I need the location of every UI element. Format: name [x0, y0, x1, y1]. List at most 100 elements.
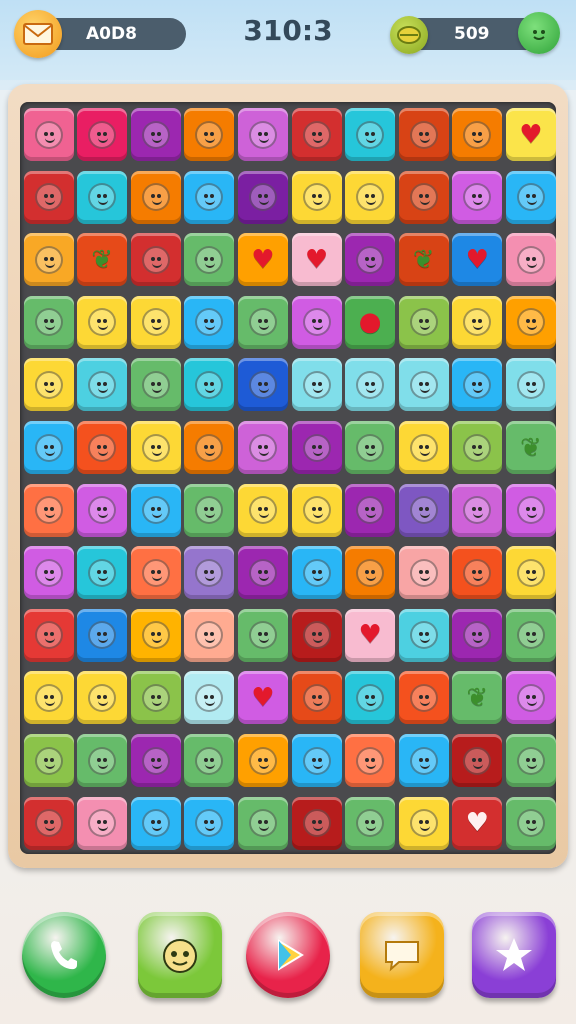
- board-tile[interactable]: [184, 108, 235, 161]
- board-tile[interactable]: [77, 358, 128, 412]
- board-tile[interactable]: ●: [345, 295, 396, 349]
- board-tile[interactable]: [184, 295, 235, 349]
- board-tile[interactable]: [77, 295, 128, 349]
- board-tile[interactable]: [452, 483, 503, 537]
- board-tile[interactable]: [237, 358, 288, 412]
- board-tile[interactable]: ❦: [452, 671, 503, 725]
- board-tile[interactable]: [77, 108, 128, 161]
- board-tile[interactable]: [398, 295, 449, 349]
- board-tile[interactable]: ♥: [505, 108, 556, 161]
- board-tile[interactable]: [77, 796, 128, 850]
- board-tile[interactable]: [291, 358, 342, 412]
- board-tile[interactable]: [291, 295, 342, 349]
- board-tile[interactable]: [184, 233, 235, 287]
- board-tile[interactable]: [77, 170, 128, 224]
- board-tile[interactable]: [237, 608, 288, 662]
- board-tile[interactable]: [452, 108, 503, 161]
- board-tile[interactable]: [77, 483, 128, 537]
- board-tile[interactable]: [345, 421, 396, 474]
- board-tile[interactable]: [23, 546, 74, 600]
- board-tile[interactable]: [291, 796, 342, 850]
- board-tile[interactable]: [345, 671, 396, 725]
- board-tile[interactable]: [130, 358, 181, 412]
- board-tile[interactable]: [398, 483, 449, 537]
- green-blob-icon[interactable]: [518, 12, 560, 54]
- board-tile[interactable]: [23, 608, 74, 662]
- board-tile[interactable]: [398, 108, 449, 161]
- board-tile[interactable]: [291, 108, 342, 161]
- board-tile[interactable]: [23, 233, 74, 287]
- board-tile[interactable]: [23, 108, 74, 161]
- board-tile[interactable]: [184, 358, 235, 412]
- board-tile[interactable]: [23, 421, 74, 474]
- board-tile[interactable]: [23, 671, 74, 725]
- board-tile[interactable]: [23, 734, 74, 787]
- board-tile[interactable]: [345, 483, 396, 537]
- board-tile[interactable]: [505, 734, 556, 787]
- board-tile[interactable]: [505, 233, 556, 287]
- board-tile[interactable]: ♥: [452, 233, 503, 287]
- board-tile[interactable]: [77, 546, 128, 600]
- board-tile[interactable]: [237, 170, 288, 224]
- board-tile[interactable]: [345, 546, 396, 600]
- board-tile[interactable]: [452, 734, 503, 787]
- board-tile[interactable]: [130, 734, 181, 787]
- board-tile[interactable]: [505, 483, 556, 537]
- mail-icon[interactable]: [14, 10, 62, 58]
- face-button[interactable]: [138, 912, 222, 998]
- board-tile[interactable]: [237, 734, 288, 787]
- board-tile[interactable]: [398, 358, 449, 412]
- board-tile[interactable]: [130, 483, 181, 537]
- chat-button[interactable]: [360, 912, 444, 998]
- board-tile[interactable]: [398, 170, 449, 224]
- star-button[interactable]: [472, 912, 556, 998]
- board-tile[interactable]: [345, 796, 396, 850]
- board-tile[interactable]: [291, 421, 342, 474]
- board-tile[interactable]: ❦: [398, 233, 449, 287]
- board-tile[interactable]: [184, 734, 235, 787]
- board-tile[interactable]: [398, 608, 449, 662]
- board-tile[interactable]: [291, 671, 342, 725]
- board-tile[interactable]: [237, 421, 288, 474]
- board-tile[interactable]: [184, 170, 235, 224]
- board-tile[interactable]: [23, 295, 74, 349]
- board-tile[interactable]: [345, 734, 396, 787]
- board-tile[interactable]: [452, 295, 503, 349]
- board-tile[interactable]: [345, 108, 396, 161]
- play-button[interactable]: [246, 912, 330, 998]
- board-tile[interactable]: [77, 671, 128, 725]
- board-tile[interactable]: [237, 108, 288, 161]
- board-tile[interactable]: [452, 358, 503, 412]
- board-tile[interactable]: ♥: [237, 233, 288, 287]
- board-tile[interactable]: [398, 671, 449, 725]
- board-tile[interactable]: [130, 796, 181, 850]
- board-tile[interactable]: [130, 170, 181, 224]
- board-tile[interactable]: [398, 796, 449, 850]
- board-tile[interactable]: [291, 483, 342, 537]
- board-tile[interactable]: ❦: [505, 421, 556, 474]
- board-tile[interactable]: [77, 608, 128, 662]
- board-tile[interactable]: [452, 546, 503, 600]
- board-tile[interactable]: [452, 170, 503, 224]
- board-tile[interactable]: [345, 233, 396, 287]
- board-tile[interactable]: [77, 734, 128, 787]
- board-tile[interactable]: [398, 421, 449, 474]
- board-tile[interactable]: [505, 796, 556, 850]
- board-tile[interactable]: [184, 608, 235, 662]
- board-tile[interactable]: [452, 608, 503, 662]
- board-tile[interactable]: [23, 170, 74, 224]
- board-tile[interactable]: ♥: [291, 233, 342, 287]
- board-tile[interactable]: [184, 546, 235, 600]
- board-tile[interactable]: [130, 671, 181, 725]
- board-tile[interactable]: ♥: [345, 608, 396, 662]
- board-tile[interactable]: [237, 295, 288, 349]
- board-tile[interactable]: ♥: [237, 671, 288, 725]
- board-tile[interactable]: [452, 421, 503, 474]
- board-tile[interactable]: [130, 608, 181, 662]
- board-tile[interactable]: [184, 671, 235, 725]
- board-tile[interactable]: [291, 546, 342, 600]
- board-tile[interactable]: [184, 483, 235, 537]
- board-tile[interactable]: [291, 608, 342, 662]
- board-tile[interactable]: [398, 734, 449, 787]
- board-tile[interactable]: [77, 421, 128, 474]
